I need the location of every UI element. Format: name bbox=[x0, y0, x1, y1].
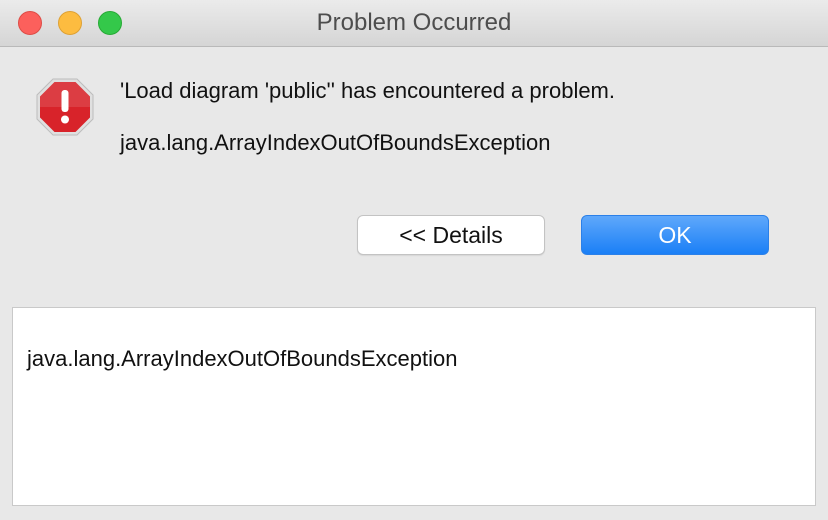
title-bar[interactable]: Problem Occurred bbox=[0, 0, 828, 47]
error-message: 'Load diagram 'public'' has encountered … bbox=[120, 78, 615, 103]
details-button[interactable]: << Details bbox=[357, 215, 545, 255]
error-stop-icon bbox=[36, 78, 94, 136]
problem-dialog: Problem Occurred 'Load diagram 'public''… bbox=[0, 0, 828, 520]
window-title: Problem Occurred bbox=[316, 9, 512, 36]
details-pane[interactable]: java.lang.ArrayIndexOutOfBoundsException bbox=[12, 307, 816, 506]
details-text: java.lang.ArrayIndexOutOfBoundsException bbox=[27, 346, 458, 371]
exception-summary: java.lang.ArrayIndexOutOfBoundsException bbox=[120, 130, 551, 155]
ok-button[interactable]: OK bbox=[581, 215, 769, 255]
